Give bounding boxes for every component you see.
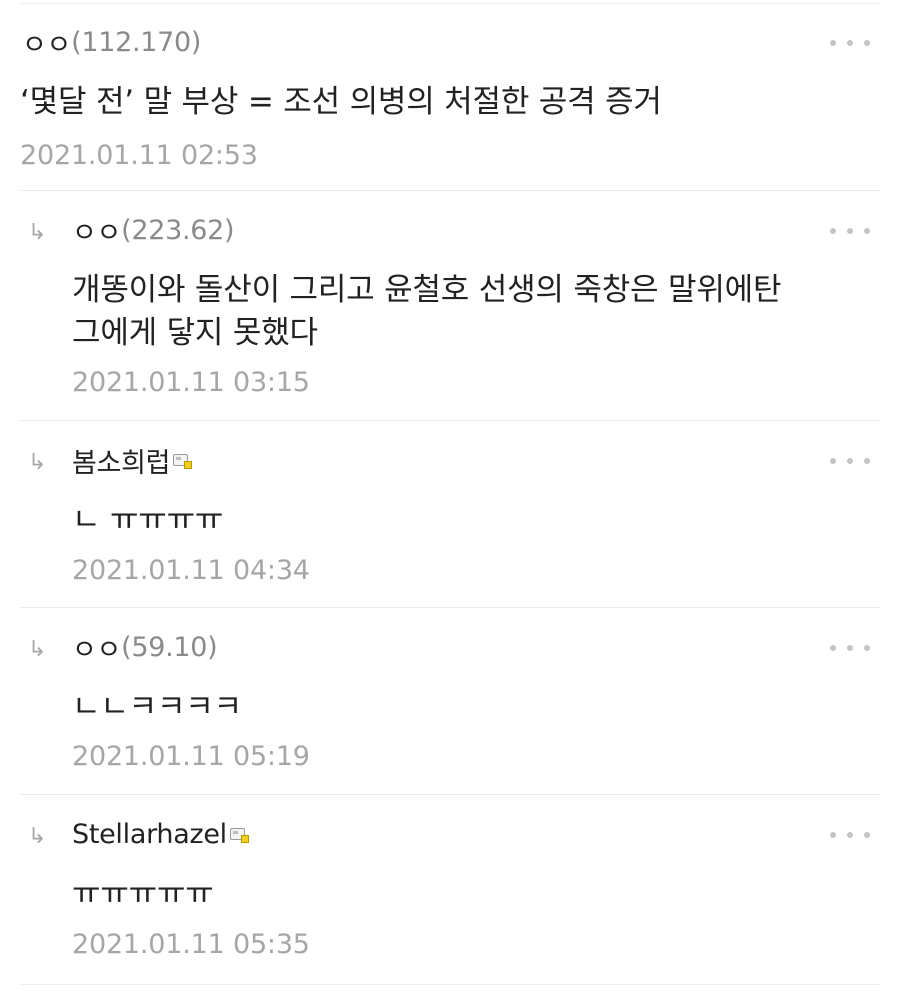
more-dots-icon <box>830 832 836 838</box>
top-divider <box>20 3 880 4</box>
reply-item: ↳ 봄소희럽 ㄴ ㅠㅠㅠㅠ 2021.01.11 04:34 <box>20 440 880 608</box>
comment-author[interactable]: ㅇㅇ <box>72 628 121 667</box>
comment-ip: (59.10) <box>121 631 218 663</box>
more-options-button[interactable] <box>830 221 870 241</box>
more-options-button[interactable] <box>830 33 870 53</box>
comment-author[interactable]: ㅇㅇ <box>22 23 71 62</box>
comment-header: ㅇㅇ (223.62) <box>72 210 235 250</box>
reply-arrow-icon: ↳ <box>28 220 47 245</box>
more-dots-icon <box>830 458 836 464</box>
more-dots-icon <box>830 40 836 46</box>
comment-text: 개똥이와 돌산이 그리고 윤철호 선생의 죽창은 말위에탄 그에게 닿지 못했다 <box>72 272 782 351</box>
more-dots-icon <box>830 645 836 651</box>
comment-text: ㅠㅠㅠㅠㅠ <box>72 876 214 912</box>
reply-arrow-icon: ↳ <box>28 637 47 662</box>
bottom-divider <box>20 984 880 985</box>
comment-date: 2021.01.11 02:53 <box>20 140 258 171</box>
comment-header: Stellarhazel <box>72 814 250 854</box>
comment-text: ‘몇달 전’ 말 부상 = 조선 의병의 처절한 공격 증거 <box>20 84 662 120</box>
reply-arrow-icon: ↳ <box>28 450 47 475</box>
member-badge-icon <box>173 454 193 470</box>
comment-text: ㄴ ㅠㅠㅠㅠ <box>72 502 224 538</box>
comment-ip: (112.170) <box>71 26 202 58</box>
more-options-button[interactable] <box>830 825 870 845</box>
more-dots-icon <box>830 228 836 234</box>
comment-date: 2021.01.11 04:34 <box>72 555 310 586</box>
reply-arrow-icon: ↳ <box>28 824 47 849</box>
reply-item: ↳ ㅇㅇ (223.62) 개똥이와 돌산이 그리고 윤철호 선생의 죽창은 말… <box>20 210 880 421</box>
comment-author[interactable]: ㅇㅇ <box>72 211 121 250</box>
comment-item: ㅇㅇ (112.170) ‘몇달 전’ 말 부상 = 조선 의병의 처절한 공격… <box>20 22 880 191</box>
comment-text: ㄴㄴㅋㅋㅋㅋ <box>72 689 242 725</box>
comment-date: 2021.01.11 03:15 <box>72 367 310 398</box>
comment-header: ㅇㅇ (59.10) <box>72 627 218 667</box>
more-options-button[interactable] <box>830 638 870 658</box>
comment-header: 봄소희럽 <box>72 440 193 480</box>
comment-header: ㅇㅇ (112.170) <box>22 22 201 62</box>
comment-date: 2021.01.11 05:19 <box>72 741 310 772</box>
more-options-button[interactable] <box>830 451 870 471</box>
comment-date: 2021.01.11 05:35 <box>72 929 310 960</box>
comment-author[interactable]: Stellarhazel <box>72 819 227 850</box>
comment-ip: (223.62) <box>121 214 235 246</box>
comment-author[interactable]: 봄소희럽 <box>72 441 170 480</box>
member-badge-icon <box>229 828 250 844</box>
reply-item: ↳ ㅇㅇ (59.10) ㄴㄴㅋㅋㅋㅋ 2021.01.11 05:19 <box>20 627 880 795</box>
reply-item: ↳ Stellarhazel ㅠㅠㅠㅠㅠ 2021.01.11 05:35 <box>20 814 880 984</box>
